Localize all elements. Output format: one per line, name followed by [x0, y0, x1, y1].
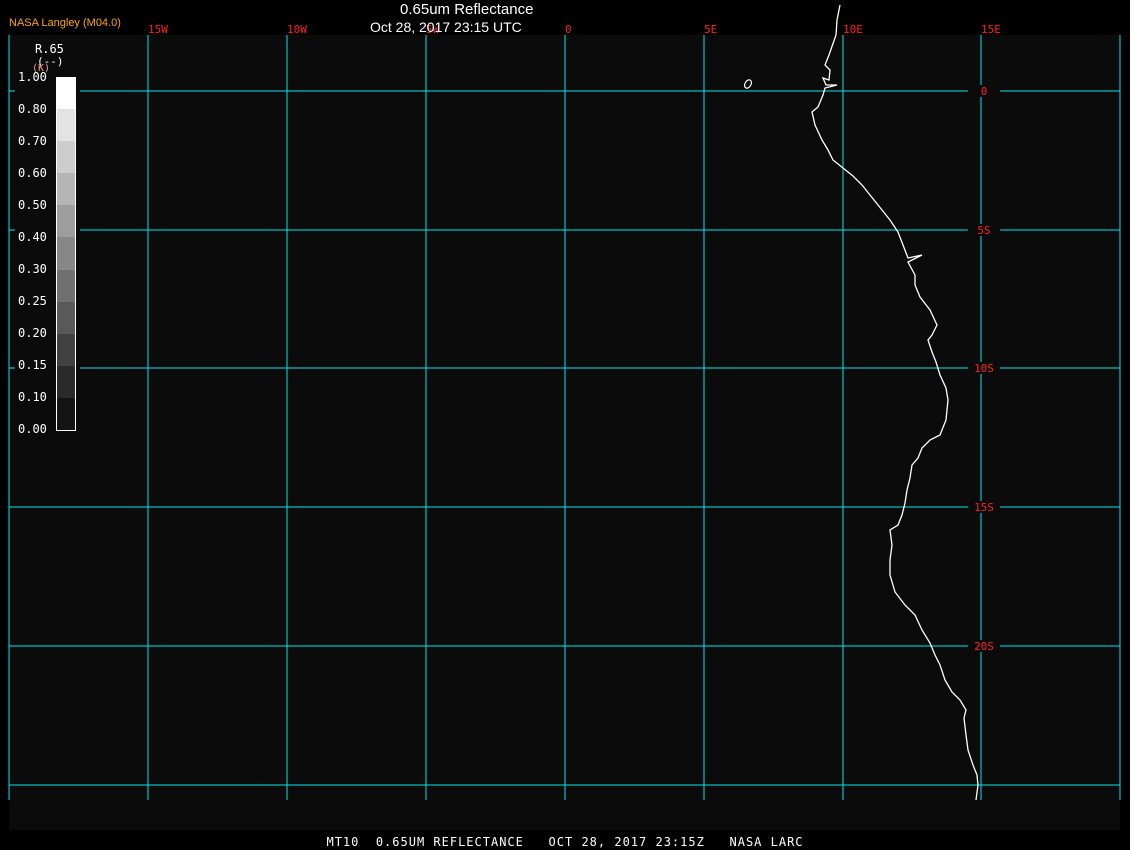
- colorbar-segment: [57, 109, 75, 142]
- longitude-label: 0: [565, 23, 572, 36]
- colorbar-variable: R.65: [35, 42, 64, 56]
- colorbar-tick-label: 0.10: [18, 390, 47, 404]
- colorbar-tick-label: 0.40: [18, 230, 47, 244]
- colorbar: R.65 (--) (K) 1.00 0.80 0.70 0.60 0.50 0.40 0.…: [15, 38, 80, 441]
- colorbar-tick-label: 0.60: [18, 166, 47, 180]
- colorbar-tick-label: 0.50: [18, 198, 47, 212]
- footer-caption: MT10 0.65UM REFLECTANCE OCT 28, 2017 23:…: [326, 835, 804, 849]
- longitude-label: 15W: [148, 23, 168, 36]
- colorbar-tick-label: 0.25: [18, 294, 47, 308]
- colorbar-tick-label: 0.30: [18, 262, 47, 276]
- latitude-label: 0: [981, 85, 988, 98]
- colorbar-segment: [57, 141, 75, 174]
- satellite-map: 15W 10W 5W 0 5E 10E 15E05S10S15S20S: [8, 4, 1121, 830]
- colorbar-scale: [56, 77, 76, 431]
- latitude-label: 15S: [974, 501, 994, 514]
- longitude-label: 10E: [843, 23, 863, 36]
- colorbar-segment: [57, 237, 75, 270]
- longitude-label: 15E: [981, 23, 1001, 36]
- colorbar-tick-label: 0.20: [18, 326, 47, 340]
- image-datetime: Oct 28, 2017 23:15 UTC: [370, 19, 522, 35]
- latitude-label: 5S: [977, 224, 990, 237]
- colorbar-segment: [57, 365, 75, 398]
- colorbar-segment: [57, 301, 75, 334]
- colorbar-tick-label: 1.00: [18, 70, 47, 84]
- colorbar-segment: [57, 77, 75, 110]
- colorbar-segment: [57, 173, 75, 206]
- colorbar-segment: [57, 397, 75, 431]
- latitude-label: 10S: [974, 362, 994, 375]
- longitude-label: 10W: [287, 23, 307, 36]
- brand-label: NASA Langley (M04.0): [9, 17, 121, 29]
- latitude-label: 20S: [974, 640, 994, 653]
- colorbar-tick-label: 0.15: [18, 358, 47, 372]
- colorbar-segment: [57, 333, 75, 366]
- colorbar-segment: [57, 269, 75, 302]
- colorbar-tick-label: 0.00: [18, 422, 47, 436]
- colorbar-segment: [57, 205, 75, 238]
- longitude-label: 5E: [704, 23, 717, 36]
- colorbar-tick-label: 0.80: [18, 102, 47, 116]
- colorbar-tick-label: 0.70: [18, 134, 47, 148]
- image-title: 0.65um Reflectance: [400, 1, 534, 18]
